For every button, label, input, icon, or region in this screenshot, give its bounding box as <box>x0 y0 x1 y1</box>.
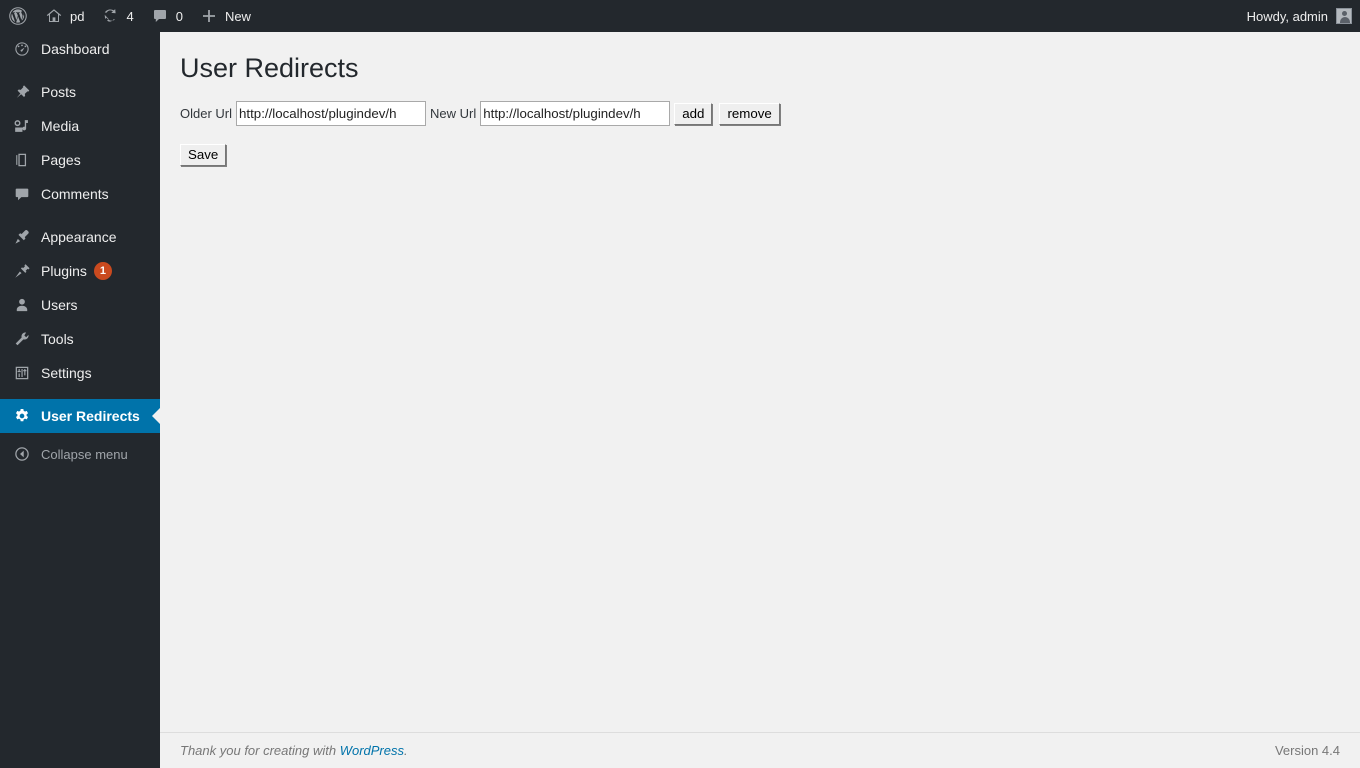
save-button[interactable]: Save <box>180 144 227 167</box>
sidebar-item-tools-wrap: Tools <box>0 322 160 356</box>
sidebar-collapse-wrap: Collapse menu <box>0 437 160 471</box>
sidebar-separator <box>0 390 160 399</box>
adminbar-howdy-label: Howdy, admin <box>1246 8 1328 24</box>
adminbar-comments-count: 0 <box>175 8 183 24</box>
sidebar-item-user-redirects[interactable]: User Redirects <box>0 399 160 433</box>
page-title: User Redirects <box>180 53 359 83</box>
sidebar-item-posts[interactable]: Posts <box>0 75 160 109</box>
new-url-label: New Url <box>430 106 477 122</box>
user-redirects-form: Older Url New Url add remove Save <box>180 101 1340 167</box>
sidebar-item-label: Comments <box>41 186 109 202</box>
sidebar-item-label: Plugins <box>41 263 87 279</box>
sidebar-item-label: Appearance <box>41 229 117 245</box>
plug-icon <box>12 261 32 281</box>
admin-sidebar: Dashboard Posts Media Pages Comments App… <box>0 32 160 768</box>
adminbar-new-label: New <box>224 8 251 24</box>
plus-icon <box>199 6 219 26</box>
adminbar-wordpress-logo[interactable] <box>0 0 36 32</box>
sidebar-separator <box>0 66 160 75</box>
adminbar-site-name-label: pd <box>70 8 85 24</box>
dashboard-icon <box>12 39 32 59</box>
sidebar-item-dashboard-wrap: Dashboard <box>0 32 160 66</box>
comment-bubble-icon <box>12 184 32 204</box>
pin-icon <box>12 82 32 102</box>
remove-button[interactable]: remove <box>719 102 780 125</box>
updates-icon <box>100 6 120 26</box>
wordpress-link[interactable]: WordPress <box>340 743 404 758</box>
sidebar-item-media[interactable]: Media <box>0 109 160 143</box>
sidebar-item-comments[interactable]: Comments <box>0 177 160 211</box>
sidebar-item-tools[interactable]: Tools <box>0 322 160 356</box>
adminbar-spacer <box>259 0 1247 32</box>
adminbar-new-content[interactable]: New <box>191 0 259 32</box>
footer-thanks-suffix: . <box>404 743 408 758</box>
plugins-update-badge: 1 <box>93 262 112 280</box>
content-body: User Redirects Older Url New Url add rem… <box>160 32 1360 167</box>
wrench-icon <box>12 329 32 349</box>
sidebar-item-pages-wrap: Pages <box>0 143 160 177</box>
new-url-input[interactable] <box>480 101 671 127</box>
sidebar-item-label: User Redirects <box>41 408 140 424</box>
sidebar-item-user-redirects-wrap: User Redirects <box>0 399 160 433</box>
sidebar-item-plugins-wrap: Plugins 1 <box>0 254 160 288</box>
sidebar-item-label: Posts <box>41 84 77 100</box>
footer-thanks: Thank you for creating with WordPress. <box>180 743 408 758</box>
sidebar-item-media-wrap: Media <box>0 109 160 143</box>
collapse-arrow-icon <box>12 444 32 464</box>
gear-icon <box>12 406 32 426</box>
sidebar-item-posts-wrap: Posts <box>0 75 160 109</box>
add-button[interactable]: add <box>674 102 713 125</box>
paintbrush-icon <box>12 227 32 247</box>
collapse-menu-label: Collapse menu <box>41 446 128 462</box>
sidebar-item-comments-wrap: Comments <box>0 177 160 211</box>
sidebar-separator <box>0 211 160 220</box>
admin-footer: Thank you for creating with WordPress. V… <box>160 732 1360 768</box>
admin-bar: pd 4 0 New Howdy, admin <box>0 0 1360 32</box>
redirect-row: Older Url New Url add remove <box>180 101 1340 127</box>
footer-thanks-prefix: Thank you for creating with <box>180 743 340 758</box>
sidebar-item-pages[interactable]: Pages <box>0 143 160 177</box>
adminbar-updates[interactable]: 4 <box>92 0 141 32</box>
user-icon <box>12 295 32 315</box>
wordpress-logo-icon <box>8 6 28 26</box>
older-url-input[interactable] <box>236 101 427 127</box>
older-url-label: Older Url <box>180 106 233 122</box>
sidebar-item-settings-wrap: Settings <box>0 356 160 390</box>
sidebar-item-label: Media <box>41 118 80 134</box>
sidebar-item-settings[interactable]: Settings <box>0 356 160 390</box>
pages-icon <box>12 150 32 170</box>
sidebar-item-label: Settings <box>41 365 92 381</box>
admin-menu: Dashboard Posts Media Pages Comments App… <box>0 32 160 471</box>
sidebar-item-label: Pages <box>41 152 81 168</box>
sidebar-item-label: Dashboard <box>41 41 110 57</box>
sidebar-item-appearance-wrap: Appearance <box>0 220 160 254</box>
sidebar-item-label: Tools <box>41 331 74 347</box>
comment-bubble-icon <box>150 6 170 26</box>
sliders-icon <box>12 363 32 383</box>
collapse-menu-button[interactable]: Collapse menu <box>0 437 160 471</box>
sidebar-item-appearance[interactable]: Appearance <box>0 220 160 254</box>
sidebar-item-dashboard[interactable]: Dashboard <box>0 32 160 66</box>
adminbar-updates-count: 4 <box>126 8 134 24</box>
media-icon <box>12 116 32 136</box>
save-row: Save <box>180 144 1340 167</box>
avatar <box>1336 8 1352 24</box>
content-area: User Redirects Older Url New Url add rem… <box>160 32 1360 768</box>
adminbar-comments[interactable]: 0 <box>142 0 191 32</box>
sidebar-item-users-wrap: Users <box>0 288 160 322</box>
sidebar-item-users[interactable]: Users <box>0 288 160 322</box>
adminbar-account[interactable]: Howdy, admin <box>1247 0 1352 32</box>
footer-version: Version 4.4 <box>1274 743 1340 758</box>
home-icon <box>44 6 64 26</box>
sidebar-item-plugins[interactable]: Plugins 1 <box>0 254 160 288</box>
adminbar-site-name[interactable]: pd <box>36 0 92 32</box>
sidebar-item-label: Users <box>41 297 78 313</box>
